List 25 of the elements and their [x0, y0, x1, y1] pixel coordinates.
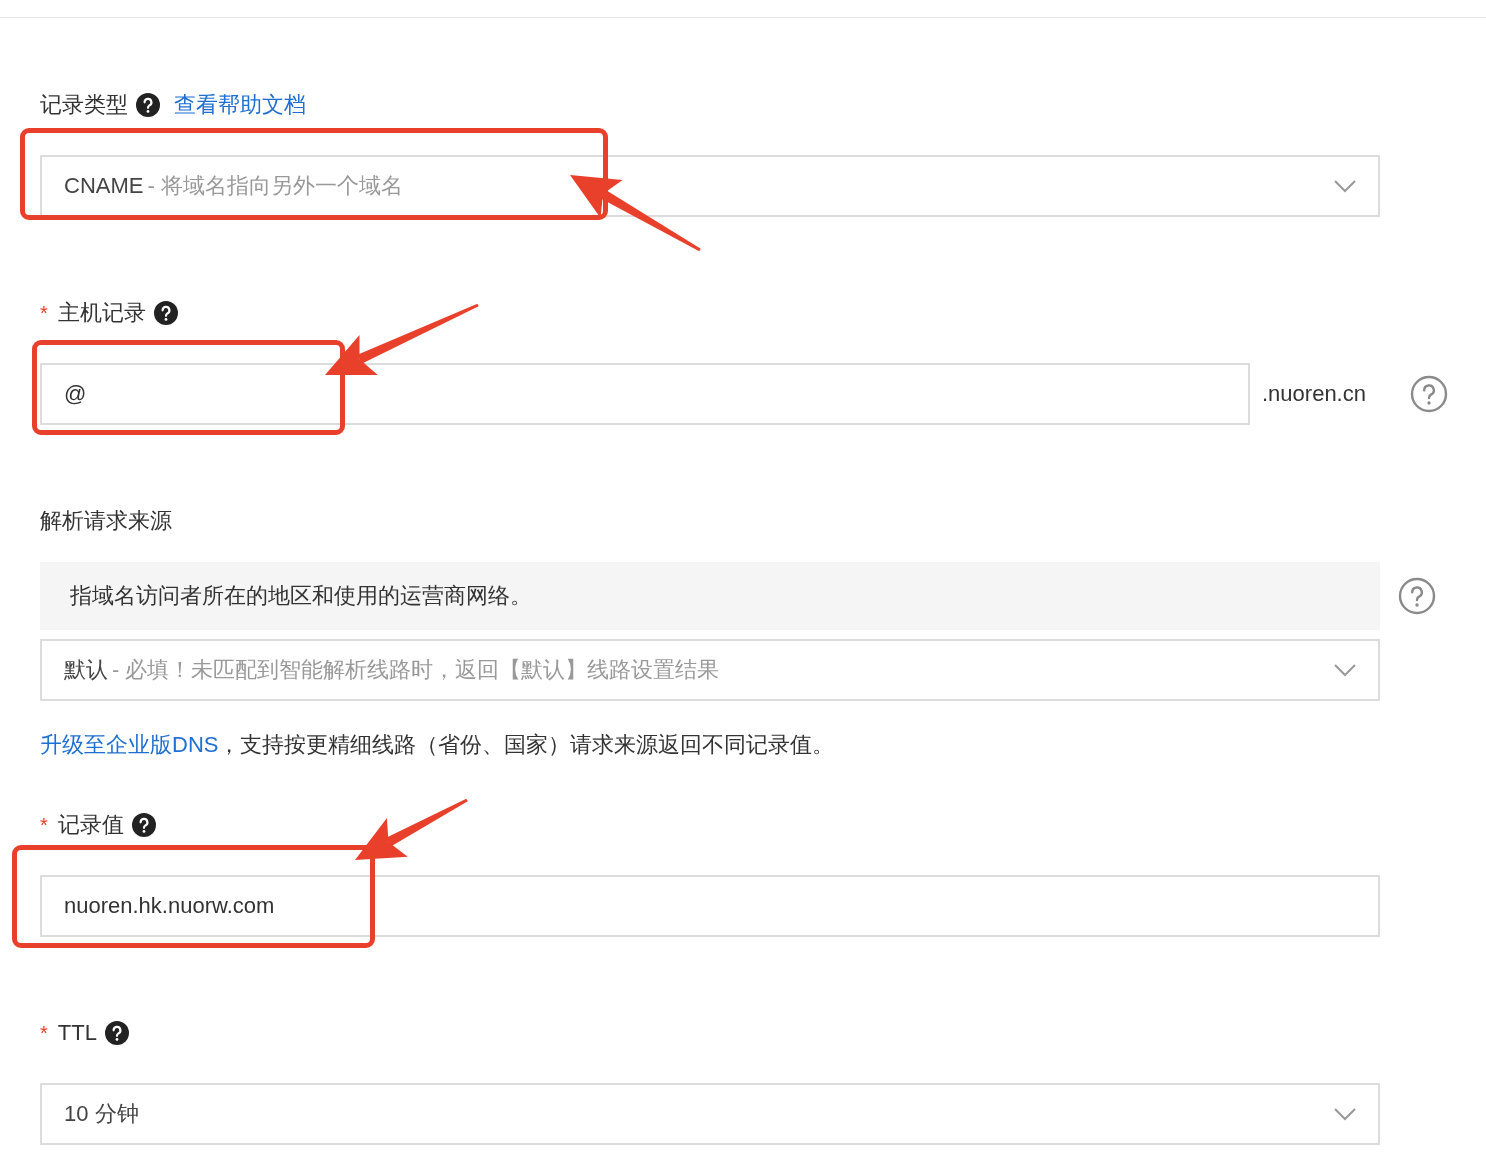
field-label: TTL [57, 1020, 97, 1046]
input-field[interactable]: nuoren.hk.nuorw.com [40, 875, 1380, 937]
chevron-down-icon [1334, 179, 1356, 193]
record-type-select[interactable]: 10 分钟 [40, 1083, 1380, 1145]
field-label: 记录值 [57, 811, 124, 839]
help-icon[interactable] [153, 301, 178, 325]
upgrade-link[interactable]: 升级至企业版DNS [40, 732, 219, 757]
info-notice: 指域名访问者所在的地区和使用的运营商网络。 [40, 562, 1380, 630]
help-icon[interactable] [136, 93, 160, 117]
help-icon[interactable] [104, 1021, 129, 1045]
line-select[interactable]: 默认 - 必填！未匹配到智能解析线路时，返回【默认】线路设置结果 [40, 639, 1380, 701]
help-icon[interactable] [131, 813, 156, 837]
upgrade-note: 升级至企业版DNS，支持按更精细线路（省份、国家）请求来源返回不同记录值。 [40, 731, 836, 759]
field-label: 记录类型 [40, 91, 128, 119]
input-field[interactable]: @ [40, 363, 1250, 425]
domain-suffix: .nuoren.cn [1262, 381, 1367, 407]
chevron-down-icon [1334, 1107, 1356, 1121]
record-type-select[interactable]: CNAME - 将域名指向另外一个域名 [40, 155, 1380, 217]
help-docs-link[interactable]: 查看帮助文档 [174, 90, 306, 120]
field-label: 解析请求来源 [40, 507, 172, 535]
required-mark: * [40, 813, 48, 837]
chevron-down-icon [1334, 663, 1356, 677]
required-mark: * [40, 301, 48, 325]
required-mark: * [40, 1021, 48, 1045]
field-label: 主机记录 [57, 299, 146, 327]
